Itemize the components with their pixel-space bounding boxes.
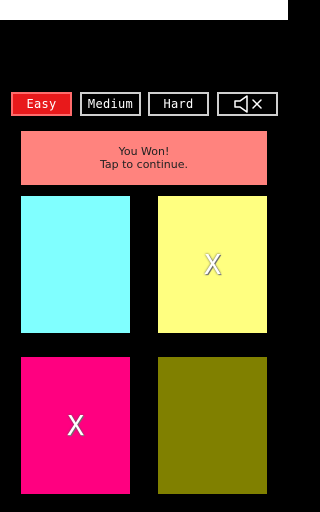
hard-button[interactable]: Hard	[148, 92, 209, 116]
easy-button[interactable]: Easy	[11, 92, 72, 116]
status-bar	[0, 0, 288, 20]
sound-toggle-button[interactable]	[217, 92, 278, 116]
win-banner[interactable]: You Won! Tap to continue.	[21, 131, 267, 185]
tile-mark: X	[204, 248, 221, 281]
continue-prompt: Tap to continue.	[100, 158, 188, 171]
tile-yellow[interactable]: X	[158, 196, 267, 333]
tile-pink[interactable]: X	[21, 357, 130, 494]
tile-olive[interactable]	[158, 357, 267, 494]
speaker-muted-icon	[231, 95, 265, 113]
tile-mark: X	[67, 409, 84, 442]
tile-cyan[interactable]	[21, 196, 130, 333]
medium-button[interactable]: Medium	[80, 92, 141, 116]
win-message: You Won!	[118, 145, 170, 158]
